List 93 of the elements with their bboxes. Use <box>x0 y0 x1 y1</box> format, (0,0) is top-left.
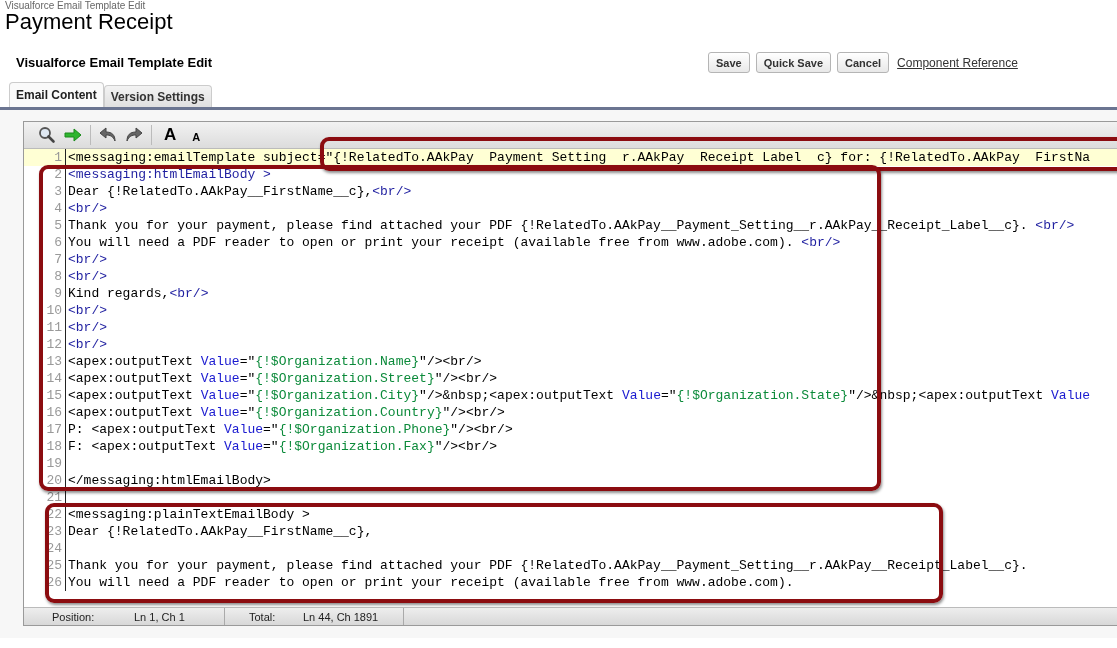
line-number: 7 <box>24 251 66 268</box>
code-text: Value <box>224 438 264 455</box>
line-number: 6 <box>24 234 66 251</box>
code-text: {!$Organization.Street} <box>255 370 435 387</box>
increase-font-button[interactable]: A <box>160 125 181 145</box>
code-text: <br/> <box>801 234 841 251</box>
code-text: <apex:outputText <box>68 387 194 404</box>
code-text: =" <box>239 387 256 404</box>
code-text: Value <box>1051 387 1091 404</box>
code-text: <br/> <box>68 200 107 217</box>
redo-icon[interactable] <box>125 127 143 143</box>
code-text: =" <box>263 421 279 438</box>
code-text: <messaging:plainTextEmailBody > <box>68 506 310 523</box>
line-number: 9 <box>24 285 66 302</box>
code-text: <messaging:htmlEmailBody > <box>68 166 271 183</box>
code-text: Value <box>200 370 240 387</box>
code-text: F: <apex:outputText <box>68 438 218 455</box>
code-text: <br/> <box>68 336 107 353</box>
save-button[interactable]: Save <box>708 52 750 73</box>
code-text: Dear {!RelatedTo.AAkPay__FirstName__c}, <box>68 523 373 540</box>
decrease-font-button[interactable]: A <box>188 130 205 143</box>
code-text: "/>&nbsp;<apex:outputText <box>419 387 616 404</box>
tab[interactable]: Email Content <box>9 82 104 107</box>
code-text: "/><br/> <box>442 404 505 421</box>
code-text: =" <box>239 353 256 370</box>
line-number: 20 <box>24 472 66 489</box>
status-value: Ln 44, Ch 1891 <box>303 610 380 623</box>
line-number: 14 <box>24 370 66 387</box>
page-title: Payment Receipt <box>5 10 174 34</box>
code-text: "/><br/> <box>434 438 498 455</box>
code-text: {!$Organization.Phone} <box>278 421 451 438</box>
code-text: <br/> <box>1035 217 1075 234</box>
line-number: 1 <box>24 149 66 166</box>
code-text: =" <box>263 438 279 455</box>
code-text: Value <box>200 387 240 404</box>
code-text: =" <box>239 404 256 421</box>
code-text: <br/> <box>68 268 107 285</box>
code-text: =" <box>239 370 256 387</box>
code-text: <br/> <box>68 319 107 336</box>
status-label: Position: <box>52 610 96 623</box>
code-text: "{!RelatedTo.AAkPay Payment Setting r.AAkPay Receipt Label c} for: {!RelatedTo.AAkPay FirstNa <box>325 149 1090 166</box>
cancel-button[interactable]: Cancel <box>837 52 890 73</box>
status-label: Total: <box>249 610 277 623</box>
code-text: </messaging:htmlEmailBody> <box>68 472 271 489</box>
line-number: 18 <box>24 438 66 455</box>
line-number: 15 <box>24 387 66 404</box>
code-text: P: <apex:outputText <box>68 421 218 438</box>
code-text: You will need a PDF reader to open or print your receipt (available free from www.adobe.com). <box>68 574 794 591</box>
line-number: 2 <box>24 166 66 183</box>
arrow-right-icon[interactable] <box>64 128 82 142</box>
code-text: {!$Organization.Country} <box>255 404 443 421</box>
line-number: 19 <box>24 455 66 472</box>
code-text: =" <box>660 387 677 404</box>
status-value: Ln 1, Ch 1 <box>134 610 186 623</box>
component-reference-link[interactable]: Component Reference <box>897 55 1018 70</box>
code-text: {!$Organization.City} <box>255 387 420 404</box>
code-text: <apex:outputText <box>68 370 194 387</box>
code-text: Value <box>621 387 661 404</box>
code-text: {!$Organization.Name} <box>255 353 420 370</box>
code-text: "/><br/> <box>450 421 513 438</box>
code-text: <br/> <box>68 302 107 319</box>
line-number: 13 <box>24 353 66 370</box>
code-text: <apex:outputText <box>68 353 194 370</box>
section-title: Visualforce Email Template Edit <box>16 55 214 70</box>
line-number: 12 <box>24 336 66 353</box>
code-text: Dear {!RelatedTo.AAkPay__FirstName__c}, <box>68 183 373 200</box>
line-number: 11 <box>24 319 66 336</box>
line-number: 4 <box>24 200 66 217</box>
code-text: <br/> <box>372 183 412 200</box>
undo-icon[interactable] <box>99 127 117 143</box>
line-number: 3 <box>24 183 66 200</box>
code-text: Value <box>200 404 240 421</box>
code-text: <br/> <box>169 285 209 302</box>
line-number: 17 <box>24 421 66 438</box>
line-number: 16 <box>24 404 66 421</box>
code-text: "/><br/> <box>419 353 482 370</box>
tab[interactable]: Version Settings <box>103 85 212 107</box>
code-text: {!$Organization.Fax} <box>278 438 435 455</box>
line-number: 10 <box>24 302 66 319</box>
code-text: Kind regards, <box>68 285 170 302</box>
code-text: {!$Organization.State} <box>676 387 849 404</box>
code-text: <apex:outputText <box>68 404 194 421</box>
code-text: Value <box>200 353 240 370</box>
search-icon[interactable] <box>38 126 56 144</box>
line-number: 8 <box>24 268 66 285</box>
breadcrumb: Visualforce Email Template Edit <box>5 0 147 10</box>
code-text: "/><br/> <box>434 370 498 387</box>
quick-save-button[interactable]: Quick Save <box>755 52 832 73</box>
code-text: Value <box>224 421 264 438</box>
code-text: You will need a PDF reader to open or print your receipt (available free from www.adobe.com). <box>68 234 795 251</box>
line-number: 5 <box>24 217 66 234</box>
code-text: <br/> <box>68 251 107 268</box>
line-number: 21 <box>24 489 66 506</box>
